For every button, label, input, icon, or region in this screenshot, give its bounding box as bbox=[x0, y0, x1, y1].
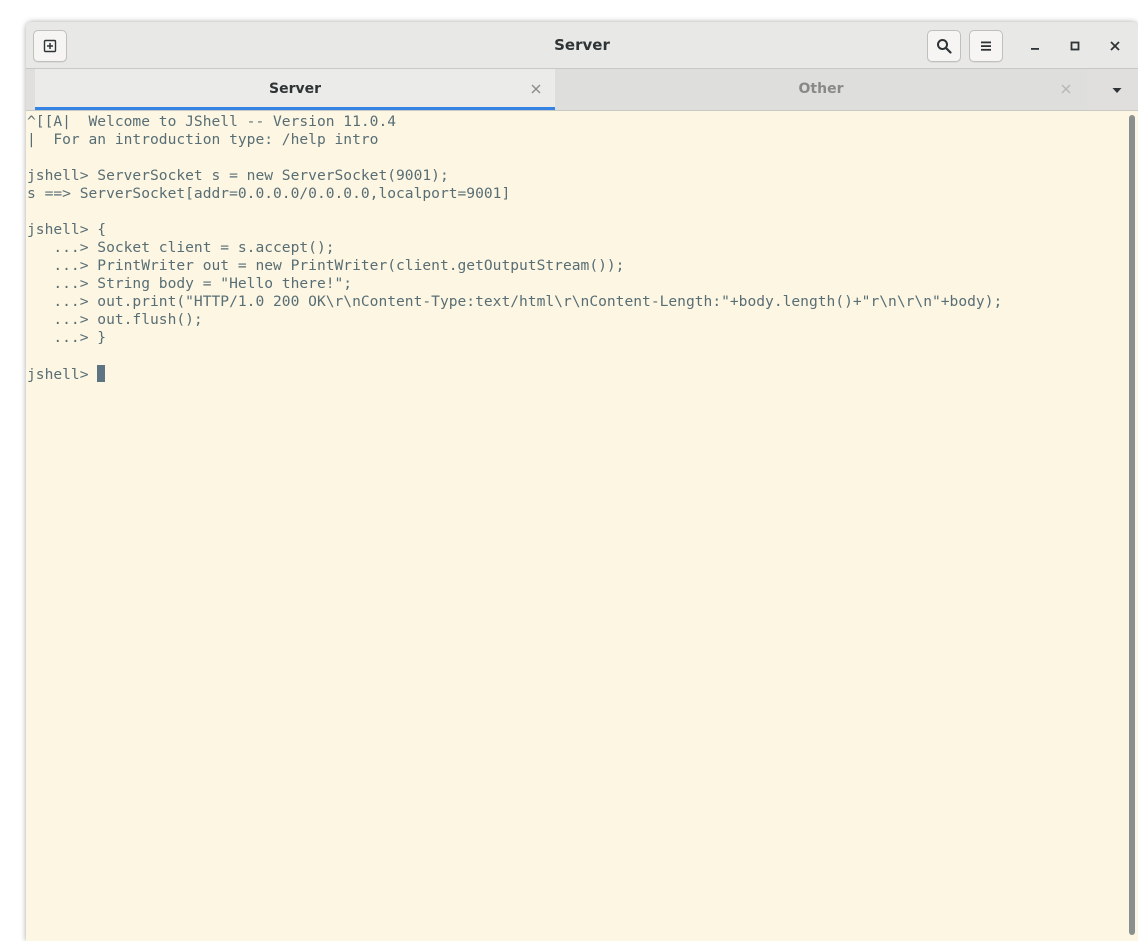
tab-close-button[interactable] bbox=[527, 80, 545, 98]
scrollbar[interactable] bbox=[1126, 111, 1138, 941]
header-bar: Server bbox=[26, 22, 1138, 69]
terminal-line: ...> String body = "Hello there!"; bbox=[27, 275, 353, 292]
terminal-line: jshell> { bbox=[27, 221, 107, 238]
terminal-line: | For an introduction type: /help intro bbox=[27, 131, 379, 148]
terminal-line: s ==> ServerSocket[addr=0.0.0.0/0.0.0.0,… bbox=[27, 185, 511, 202]
shell-prompt: jshell> bbox=[27, 366, 98, 383]
maximize-icon bbox=[1070, 41, 1080, 51]
tab-list-button[interactable] bbox=[1097, 69, 1137, 110]
terminal-line: ...> out.flush(); bbox=[27, 311, 203, 328]
terminal-window: Server Server Other ^[[A| Welcome to JSh… bbox=[26, 22, 1138, 941]
search-icon bbox=[937, 39, 952, 54]
tab-label: Server bbox=[268, 81, 321, 97]
terminal-line: jshell> ServerSocket s = new ServerSocke… bbox=[27, 167, 449, 184]
new-tab-button[interactable] bbox=[33, 30, 67, 62]
terminal-line: ...> Socket client = s.accept(); bbox=[27, 239, 335, 256]
terminal-line: ^[[A| Welcome to JShell -- Version 11.0.… bbox=[27, 113, 397, 130]
text-cursor bbox=[97, 365, 106, 382]
terminal-line: ...> } bbox=[27, 329, 107, 346]
search-button[interactable] bbox=[927, 30, 961, 62]
chevron-down-icon bbox=[1112, 87, 1122, 93]
tab-other[interactable]: Other bbox=[555, 69, 1087, 110]
scrollbar-thumb[interactable] bbox=[1129, 115, 1135, 935]
close-button[interactable] bbox=[1102, 33, 1128, 59]
hamburger-menu-icon bbox=[981, 41, 991, 51]
tab-server[interactable]: Server bbox=[35, 69, 555, 110]
menu-button[interactable] bbox=[969, 30, 1003, 62]
tab-label: Other bbox=[798, 81, 844, 97]
terminal-output[interactable]: ^[[A| Welcome to JShell -- Version 11.0.… bbox=[26, 111, 1126, 941]
new-tab-icon bbox=[43, 39, 57, 53]
terminal-line: ...> out.print("HTTP/1.0 200 OK\r\nConte… bbox=[27, 293, 1003, 310]
tab-bar: Server Other bbox=[26, 69, 1138, 111]
minimize-icon bbox=[1031, 48, 1039, 50]
tab-close-button[interactable] bbox=[1057, 80, 1075, 98]
terminal-line: ...> PrintWriter out = new PrintWriter(c… bbox=[27, 257, 625, 274]
close-icon bbox=[1061, 84, 1071, 94]
maximize-button[interactable] bbox=[1062, 33, 1088, 59]
prompt-line: jshell> bbox=[27, 365, 1126, 383]
close-icon bbox=[531, 84, 541, 94]
close-icon bbox=[1110, 41, 1120, 51]
minimize-button[interactable] bbox=[1022, 33, 1048, 59]
